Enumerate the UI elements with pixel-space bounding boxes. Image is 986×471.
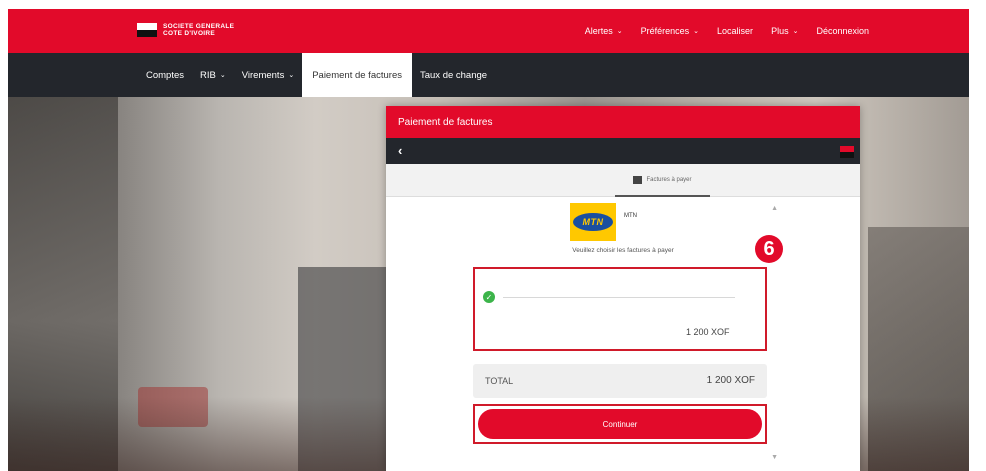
step-badge: 6 [755, 235, 783, 263]
nav-taux-change-label: Taux de change [419, 69, 488, 81]
total-value: 1 200 XOF [706, 375, 755, 386]
instruction-text: Veuillez choisir les factures à payer [572, 247, 674, 254]
invoice-row[interactable]: ✓ [483, 291, 743, 305]
scroll-up-icon[interactable]: ▲ [771, 205, 778, 212]
nav-rib-label: RIB [200, 69, 216, 81]
nav-paiement-factures-label: Paiement de factures [312, 69, 402, 81]
mtn-logo-text: MTN [573, 213, 613, 231]
flag-icon [840, 146, 854, 158]
total-label: TOTAL [485, 376, 514, 386]
panel-header: Paiement de factures [386, 106, 860, 138]
nav-comptes-label: Comptes [146, 69, 185, 81]
nav-virements-label: Virements [241, 69, 285, 81]
top-nav: Alertes ⌄ Préférences ⌄ Localiser Plus ⌄… [585, 9, 869, 53]
invoice-amount: 1 200 XOF [686, 327, 730, 337]
chevron-down-icon: ⌄ [616, 28, 623, 35]
nav-paiement-factures[interactable]: Paiement de factures [302, 53, 412, 97]
check-icon[interactable]: ✓ [483, 291, 495, 303]
panel-toolbar: ‹ [386, 138, 860, 164]
topnav-deconnexion[interactable]: Déconnexion [816, 26, 869, 36]
brand-line-2: COTE D'IVOIRE [163, 30, 216, 37]
chevron-down-icon: ⌄ [792, 28, 799, 35]
tab-factures-a-payer[interactable]: Factures à payer [615, 164, 710, 197]
topnav-alertes-label: Alertes [584, 26, 613, 36]
nav-comptes[interactable]: Comptes [138, 53, 192, 97]
chevron-down-icon: ⌄ [288, 72, 295, 79]
topnav-plus[interactable]: Plus ⌄ [771, 26, 798, 36]
topnav-alertes[interactable]: Alertes ⌄ [585, 26, 623, 36]
panel-content: ▲ MTN MTN Veuillez choisir les factures … [386, 197, 860, 471]
main-nav: Comptes RIB ⌄ Virements ⌄ Paiement de fa… [8, 53, 969, 97]
brand-name: SOCIETE GENERALE COTE D'IVOIRE [163, 23, 234, 37]
chevron-down-icon: ⌄ [693, 28, 700, 35]
brand-logo[interactable]: SOCIETE GENERALE COTE D'IVOIRE [137, 23, 234, 37]
top-bar: SOCIETE GENERALE COTE D'IVOIRE Alertes ⌄… [8, 9, 969, 53]
topnav-preferences-label: Préférences [640, 26, 690, 36]
brand-mark-icon [137, 23, 157, 37]
total-box: TOTAL 1 200 XOF [473, 364, 767, 398]
chevron-down-icon: ⌄ [219, 72, 226, 79]
topnav-preferences[interactable]: Préférences ⌄ [641, 26, 699, 36]
nav-virements[interactable]: Virements ⌄ [234, 53, 302, 97]
topnav-plus-label: Plus [771, 26, 789, 36]
topnav-localiser[interactable]: Localiser [717, 26, 753, 36]
tab-bar: Factures à payer [386, 164, 860, 197]
divider [503, 297, 735, 298]
brand-line-1: SOCIETE GENERALE [163, 23, 235, 30]
app-frame: SOCIETE GENERALE COTE D'IVOIRE Alertes ⌄… [8, 9, 969, 471]
invoice-highlight [473, 267, 767, 351]
invoice-icon [633, 175, 643, 184]
biller-name: MTN [624, 213, 637, 219]
topnav-deconnexion-label: Déconnexion [816, 26, 869, 36]
nav-rib[interactable]: RIB ⌄ [192, 53, 234, 97]
tab-label: Factures à payer [646, 176, 692, 183]
topnav-localiser-label: Localiser [717, 26, 754, 36]
panel-title: Paiement de factures [398, 116, 493, 128]
continue-button[interactable]: Continuer [478, 409, 762, 439]
mtn-logo: MTN [570, 203, 616, 241]
nav-taux-change[interactable]: Taux de change [412, 53, 495, 97]
scroll-down-icon[interactable]: ▼ [771, 454, 778, 461]
chevron-left-icon[interactable]: ‹ [398, 143, 402, 158]
bill-payment-panel: Paiement de factures ‹ Factures à payer … [386, 106, 860, 471]
